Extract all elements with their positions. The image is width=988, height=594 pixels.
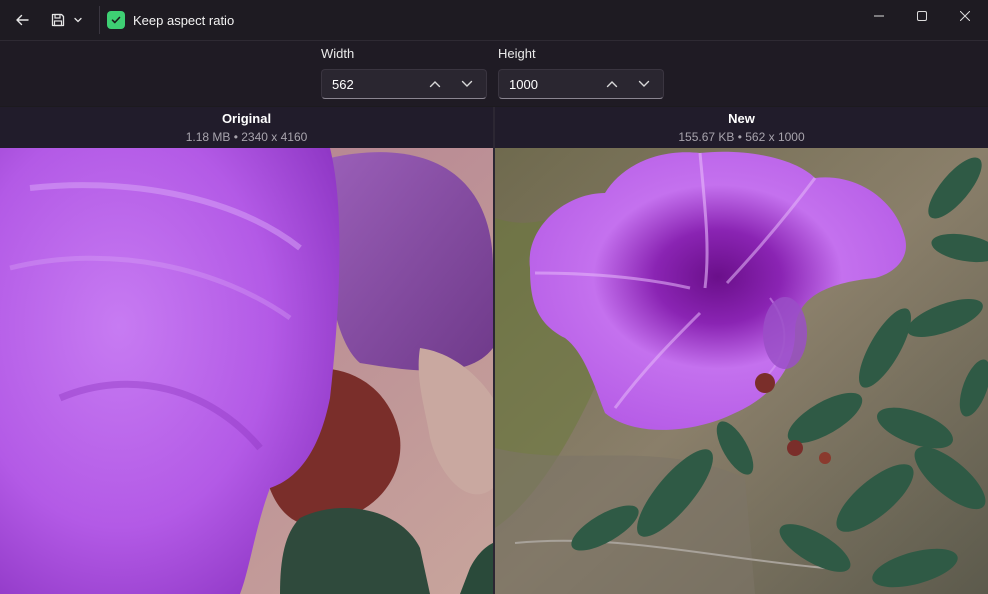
- width-input[interactable]: 562: [321, 69, 487, 99]
- keep-aspect-checkbox[interactable]: Keep aspect ratio: [107, 10, 234, 30]
- original-info: 1.18 MB • 2340 x 4160: [185, 130, 308, 144]
- new-preview: [495, 148, 988, 594]
- checkbox-checked-icon: [107, 11, 125, 29]
- back-button[interactable]: [8, 6, 36, 34]
- toolbar-separator: [99, 6, 100, 34]
- height-input[interactable]: 1000: [498, 69, 664, 99]
- maximize-icon: [917, 11, 927, 21]
- maximize-button[interactable]: [899, 0, 945, 32]
- minimize-icon: [874, 15, 884, 17]
- resize-controls: Width 562 Height 1000: [0, 41, 988, 106]
- width-value[interactable]: 562: [332, 77, 354, 92]
- minimize-button[interactable]: [856, 0, 902, 32]
- new-header: New 155.67 KB • 562 x 1000: [495, 107, 988, 148]
- width-label: Width: [321, 46, 355, 61]
- height-label: Height: [498, 46, 536, 61]
- height-decrement-button[interactable]: [631, 73, 657, 95]
- save-icon: [51, 13, 65, 27]
- new-title: New: [728, 111, 755, 126]
- chevron-down-icon: [461, 80, 473, 87]
- original-title: Original: [221, 111, 272, 126]
- title-bar: Keep aspect ratio: [0, 0, 988, 41]
- width-decrement-button[interactable]: [454, 73, 480, 95]
- save-menu-button[interactable]: [46, 6, 88, 34]
- width-increment-button[interactable]: [422, 73, 448, 95]
- chevron-up-icon: [429, 81, 441, 88]
- close-icon: [960, 11, 970, 21]
- close-button[interactable]: [942, 0, 988, 32]
- chevron-down-icon: [74, 17, 82, 23]
- height-value[interactable]: 1000: [509, 77, 538, 92]
- chevron-down-icon: [638, 80, 650, 87]
- original-header: Original 1.18 MB • 2340 x 4160: [0, 107, 493, 148]
- arrow-left-icon: [16, 14, 29, 26]
- height-increment-button[interactable]: [599, 73, 625, 95]
- original-preview: [0, 148, 493, 594]
- new-info: 155.67 KB • 562 x 1000: [678, 130, 805, 144]
- keep-aspect-label: Keep aspect ratio: [133, 12, 235, 28]
- chevron-up-icon: [606, 81, 618, 88]
